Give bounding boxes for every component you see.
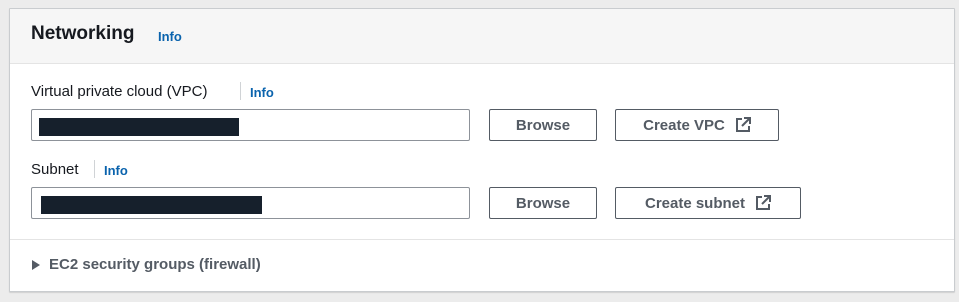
vpc-browse-button[interactable]: Browse [489, 109, 597, 141]
subnet-input[interactable] [31, 187, 470, 219]
networking-info-link[interactable]: Info [158, 29, 182, 44]
caret-right-icon [32, 259, 40, 270]
vpc-input[interactable] [31, 109, 470, 141]
create-vpc-button[interactable]: Create VPC [615, 109, 779, 141]
label-divider [94, 160, 95, 178]
subnet-browse-button[interactable]: Browse [489, 187, 597, 219]
panel-title: Networking [31, 23, 135, 44]
create-subnet-label: Create subnet [644, 194, 746, 212]
security-groups-expander[interactable]: EC2 security groups (firewall) [32, 256, 261, 273]
vpc-label: Virtual private cloud (VPC) [31, 83, 208, 100]
label-divider [240, 82, 241, 100]
networking-panel: Networking Info Virtual private cloud (V… [9, 8, 955, 292]
external-link-icon [756, 195, 772, 210]
security-groups-label: EC2 security groups (firewall) [49, 256, 261, 273]
panel-header: Networking Info [10, 9, 954, 64]
create-subnet-button[interactable]: Create subnet [615, 187, 801, 219]
redacted-value [41, 196, 262, 214]
vpc-browse-label: Browse [515, 116, 571, 134]
vpc-info-link[interactable]: Info [250, 85, 274, 100]
redacted-value [39, 118, 239, 136]
subnet-label: Subnet [31, 161, 79, 178]
create-vpc-label: Create VPC [643, 116, 725, 134]
subnet-info-link[interactable]: Info [104, 163, 128, 178]
section-divider [10, 239, 954, 240]
subnet-browse-label: Browse [515, 194, 571, 212]
external-link-icon [735, 117, 751, 132]
